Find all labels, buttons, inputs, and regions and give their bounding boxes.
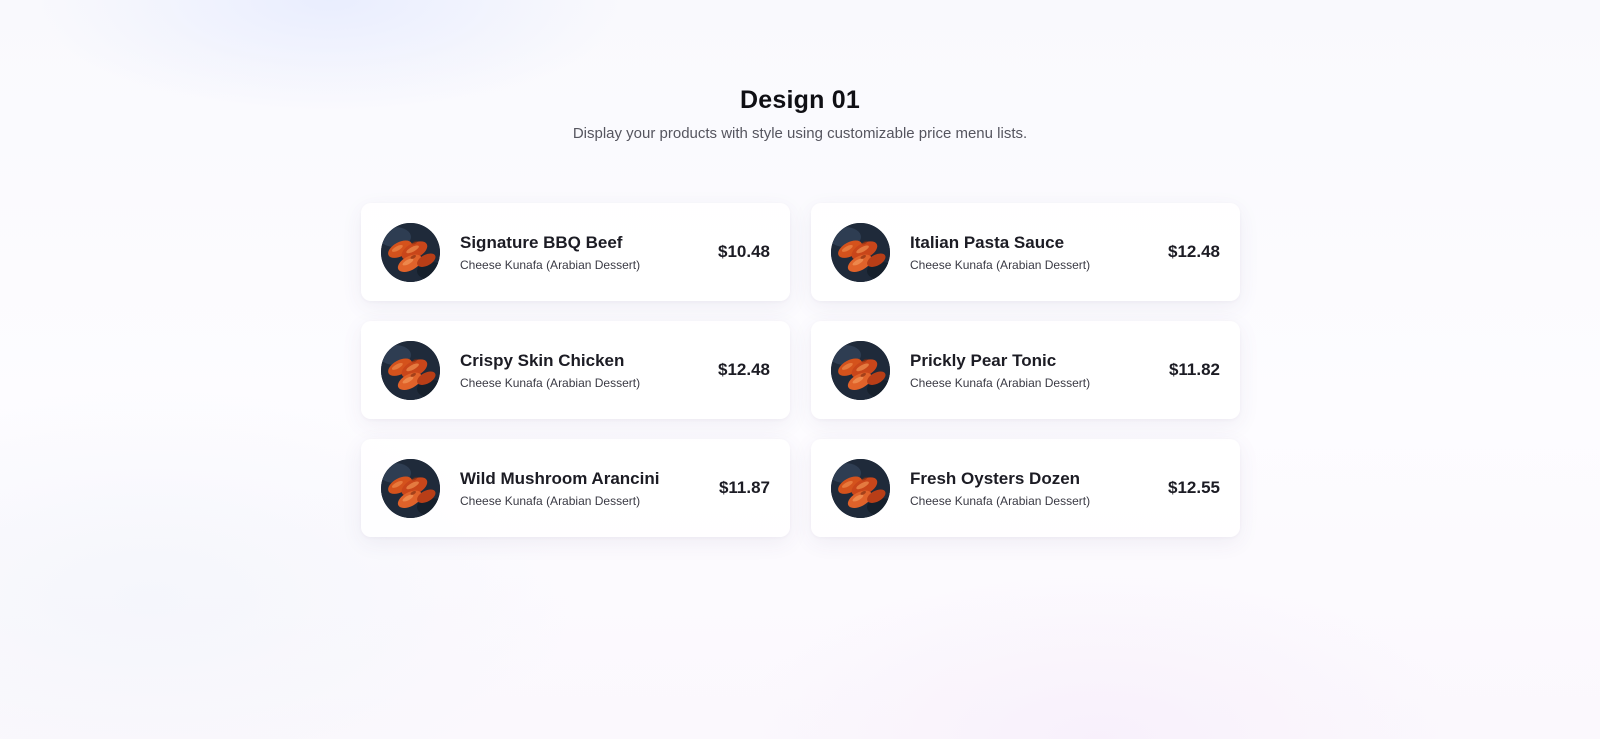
menu-item-info: Italian Pasta Sauce Cheese Kunafa (Arabi…	[910, 232, 1158, 273]
menu-item-card[interactable]: Signature BBQ Beef Cheese Kunafa (Arabia…	[361, 203, 790, 301]
menu-item-description: Cheese Kunafa (Arabian Dessert)	[910, 375, 1091, 390]
menu-item-name: Italian Pasta Sauce	[910, 232, 1065, 252]
menu-item-price: $12.48	[718, 360, 770, 379]
menu-item-price: $11.87	[718, 478, 770, 497]
menu-item-info: Crispy Skin Chicken Cheese Kunafa (Arabi…	[460, 350, 708, 391]
menu-item-price: $12.48	[1168, 242, 1220, 261]
price-menu-page: Design 01 Display your products with sty…	[0, 0, 1600, 739]
menu-item-info: Signature BBQ Beef Cheese Kunafa (Arabia…	[460, 232, 708, 273]
menu-item-info: Wild Mushroom Arancini Cheese Kunafa (Ar…	[460, 468, 709, 509]
food-thumbnail	[831, 340, 890, 400]
menu-item-price: $12.55	[1168, 478, 1220, 497]
menu-item-description: Cheese Kunafa (Arabian Dessert)	[460, 493, 641, 508]
menu-grid: Signature BBQ Beef Cheese Kunafa (Arabia…	[361, 203, 1240, 537]
food-thumbnail	[381, 340, 440, 400]
menu-item-card[interactable]: Italian Pasta Sauce Cheese Kunafa (Arabi…	[811, 203, 1240, 301]
menu-item-name: Fresh Oysters Dozen	[910, 468, 1081, 488]
menu-item-info: Prickly Pear Tonic Cheese Kunafa (Arabia…	[910, 350, 1159, 391]
food-thumbnail	[381, 458, 440, 518]
food-thumbnail	[831, 458, 890, 518]
menu-item-name: Crispy Skin Chicken	[460, 350, 625, 370]
menu-item-info: Fresh Oysters Dozen Cheese Kunafa (Arabi…	[910, 468, 1158, 509]
section-header: Design 01 Display your products with sty…	[0, 84, 1600, 144]
menu-item-price: $11.82	[1168, 360, 1220, 379]
food-thumbnail	[381, 222, 440, 282]
menu-item-card[interactable]: Fresh Oysters Dozen Cheese Kunafa (Arabi…	[811, 439, 1240, 537]
food-thumbnail	[831, 222, 890, 282]
menu-item-name: Prickly Pear Tonic	[910, 350, 1057, 370]
menu-item-description: Cheese Kunafa (Arabian Dessert)	[910, 493, 1091, 508]
page-subtitle: Display your products with style using c…	[572, 125, 1028, 142]
menu-item-price: $10.48	[718, 242, 770, 261]
menu-item-name: Wild Mushroom Arancini	[460, 468, 660, 488]
menu-item-description: Cheese Kunafa (Arabian Dessert)	[460, 375, 641, 390]
menu-item-card[interactable]: Wild Mushroom Arancini Cheese Kunafa (Ar…	[361, 439, 790, 537]
menu-item-description: Cheese Kunafa (Arabian Dessert)	[910, 257, 1091, 272]
menu-item-description: Cheese Kunafa (Arabian Dessert)	[460, 257, 641, 272]
menu-item-card[interactable]: Crispy Skin Chicken Cheese Kunafa (Arabi…	[361, 321, 790, 419]
menu-item-name: Signature BBQ Beef	[460, 232, 623, 252]
page-title: Design 01	[740, 86, 860, 114]
menu-item-card[interactable]: Prickly Pear Tonic Cheese Kunafa (Arabia…	[811, 321, 1240, 419]
